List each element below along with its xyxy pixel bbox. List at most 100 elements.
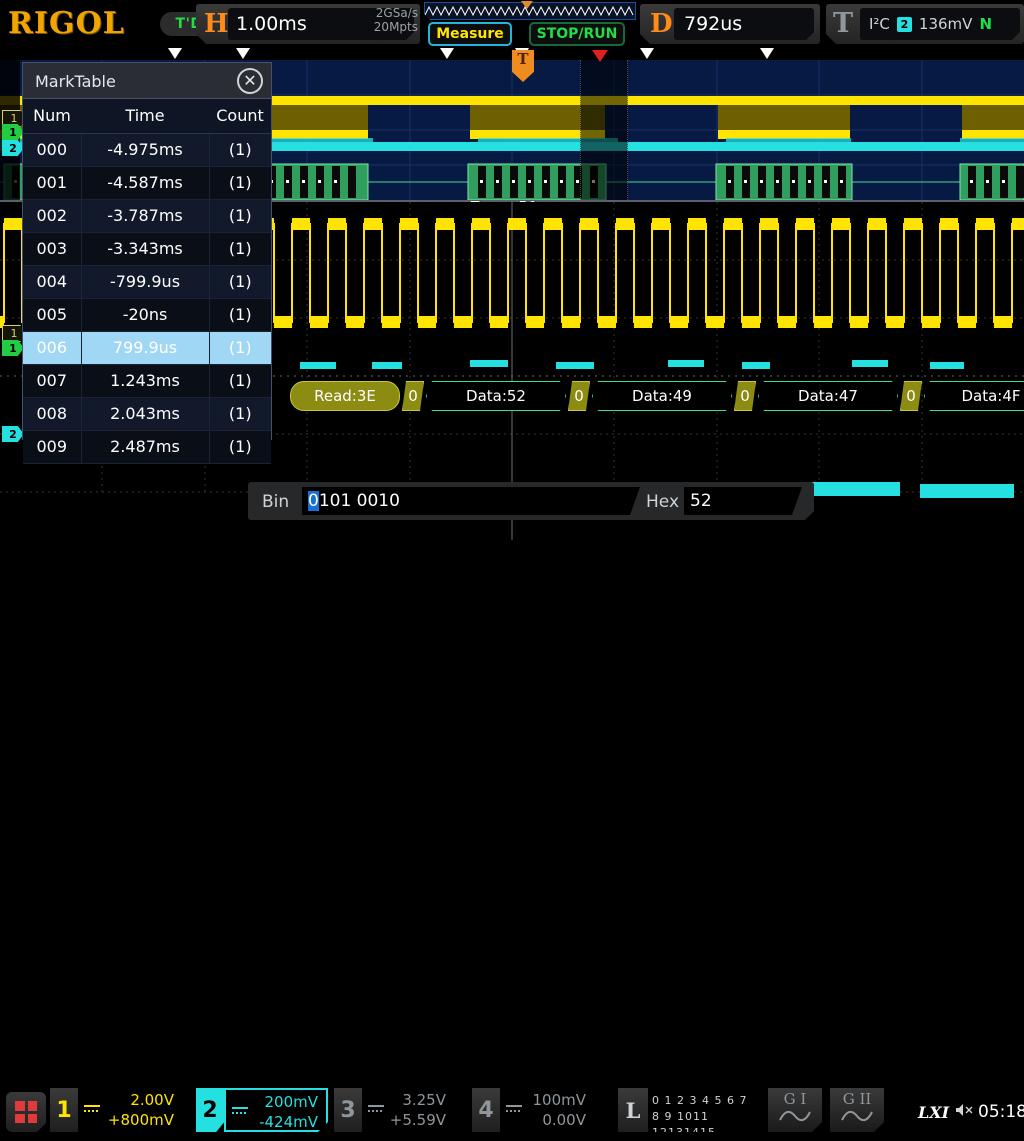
marktable-table: Num Time Count 000-4.975ms(1)001-4.587ms… bbox=[23, 99, 271, 464]
grid-icon[interactable] bbox=[6, 1092, 46, 1132]
channel-body-3: 3.25V+5.59V bbox=[362, 1088, 454, 1132]
mark-count: (1) bbox=[209, 199, 271, 232]
column-header-num: Num bbox=[23, 99, 81, 133]
mark-time: -3.343ms bbox=[81, 232, 209, 265]
decode-packet-ack[interactable]: 0 bbox=[568, 381, 590, 411]
sine-wave-icon bbox=[840, 1108, 874, 1124]
channel-scale-4: 100mV bbox=[506, 1090, 586, 1110]
marktable-dialog[interactable]: MarkTable ✕ Num Time Count 000-4.975ms(1… bbox=[22, 62, 272, 440]
zoom-region-indicator[interactable] bbox=[580, 60, 628, 200]
channel-tile-1[interactable]: 12.00V+800mV bbox=[50, 1088, 182, 1132]
mark-triangle bbox=[168, 48, 182, 59]
decode-packet-ack[interactable]: 0 bbox=[900, 381, 922, 411]
channel-tile-4[interactable]: 4100mV0.00V bbox=[472, 1088, 594, 1132]
generator-2-tile[interactable]: G II bbox=[830, 1088, 884, 1132]
hex-label: Hex bbox=[646, 492, 679, 512]
decode-packet-data[interactable]: Data:49 bbox=[592, 381, 732, 411]
horizontal-icon: H bbox=[204, 9, 229, 39]
logic-channel-tile[interactable]: L 0 1 2 3 4 5 6 7 8 9 1011 12131415 bbox=[618, 1088, 758, 1132]
logic-row-lower: 8 9 1011 12131415 bbox=[652, 1109, 754, 1141]
mute-icon[interactable] bbox=[955, 1102, 975, 1122]
decode-packet-data[interactable]: Data:47 bbox=[758, 381, 898, 411]
channel-scale-3: 3.25V bbox=[368, 1090, 446, 1110]
decode-packet-data[interactable]: Data:52 bbox=[426, 381, 566, 411]
mark-time: 2.043ms bbox=[81, 397, 209, 430]
measure-button[interactable]: Measure bbox=[428, 22, 512, 46]
mark-num: 008 bbox=[23, 397, 81, 430]
mark-count: (1) bbox=[209, 133, 271, 166]
mark-count: (1) bbox=[209, 430, 271, 463]
trigger-source-badge: 2 bbox=[897, 17, 912, 32]
mark-count: (1) bbox=[209, 265, 271, 298]
mark-count: (1) bbox=[209, 331, 271, 364]
table-row[interactable]: 002-3.787ms(1) bbox=[23, 199, 271, 232]
trigger-level-value: 136mV bbox=[919, 15, 973, 33]
bin-label: Bin bbox=[262, 492, 289, 512]
generator-2-label: G II bbox=[830, 1088, 884, 1108]
timebase-value: 1.00ms bbox=[236, 13, 307, 35]
mark-num: 006 bbox=[23, 331, 81, 364]
bin-cursor-bit: 0 bbox=[308, 491, 319, 511]
mark-count: (1) bbox=[209, 232, 271, 265]
stop-run-button[interactable]: STOP/RUN bbox=[529, 22, 625, 46]
decode-packet-addr[interactable]: Read:3E bbox=[290, 381, 400, 411]
generator-1-tile[interactable]: G I bbox=[768, 1088, 822, 1132]
channel-number-1: 1 bbox=[50, 1088, 78, 1132]
memory-position-marker bbox=[521, 1, 533, 9]
decode-packet-ack[interactable]: 0 bbox=[402, 381, 424, 411]
channel-tile-2[interactable]: 2200mV-424mV bbox=[196, 1088, 328, 1132]
delay-value: 792us bbox=[684, 13, 742, 35]
table-row[interactable]: 005-20ns(1) bbox=[23, 298, 271, 331]
mark-count: (1) bbox=[209, 166, 271, 199]
mark-count: (1) bbox=[209, 364, 271, 397]
mark-triangle bbox=[440, 48, 454, 59]
logic-row-upper: 0 1 2 3 4 5 6 7 bbox=[652, 1093, 754, 1109]
selected-mark-marker bbox=[592, 50, 608, 62]
speaker-mute-icon bbox=[955, 1102, 975, 1118]
mark-num: 009 bbox=[23, 430, 81, 463]
table-row[interactable]: 001-4.587ms(1) bbox=[23, 166, 271, 199]
mark-time: -3.787ms bbox=[81, 199, 209, 232]
mark-triangle bbox=[760, 48, 774, 59]
delay-icon: D bbox=[650, 9, 673, 39]
dc-coupling-icon bbox=[506, 1097, 522, 1117]
mark-num: 007 bbox=[23, 364, 81, 397]
bin-value: 0101 0010 bbox=[308, 491, 400, 511]
memory-depth-value: 20Mpts bbox=[338, 20, 418, 34]
trigger-icon: T bbox=[833, 8, 853, 39]
mark-time: -4.975ms bbox=[81, 133, 209, 166]
table-row[interactable]: 003-3.343ms(1) bbox=[23, 232, 271, 265]
mark-num: 003 bbox=[23, 232, 81, 265]
sine-wave-icon bbox=[778, 1108, 812, 1124]
mark-time: -4.587ms bbox=[81, 166, 209, 199]
table-row[interactable]: 0082.043ms(1) bbox=[23, 397, 271, 430]
system-clock: 05:18 bbox=[978, 1102, 1024, 1122]
mark-triangle bbox=[640, 48, 654, 59]
table-row[interactable]: 006799.9us(1) bbox=[23, 331, 271, 364]
channel-tile-3[interactable]: 33.25V+5.59V bbox=[334, 1088, 454, 1132]
rigol-logo: RIGOL bbox=[8, 6, 125, 41]
sample-rate-info: 2GSa/s 20Mpts bbox=[338, 6, 418, 34]
mark-num: 005 bbox=[23, 298, 81, 331]
table-row[interactable]: 0071.243ms(1) bbox=[23, 364, 271, 397]
dc-coupling-icon bbox=[232, 1099, 248, 1119]
dc-coupling-icon bbox=[84, 1097, 100, 1117]
mark-num: 002 bbox=[23, 199, 81, 232]
mark-count: (1) bbox=[209, 298, 271, 331]
mark-time: -20ns bbox=[81, 298, 209, 331]
mark-triangle bbox=[236, 48, 250, 59]
decode-packet-data[interactable]: Data:4F bbox=[924, 381, 1024, 411]
channel-body-4: 100mV0.00V bbox=[500, 1088, 594, 1132]
table-row[interactable]: 004-799.9us(1) bbox=[23, 265, 271, 298]
mark-time: 2.487ms bbox=[81, 430, 209, 463]
channel-number-2: 2 bbox=[196, 1088, 224, 1132]
table-row[interactable]: 0092.487ms(1) bbox=[23, 430, 271, 463]
table-row[interactable]: 000-4.975ms(1) bbox=[23, 133, 271, 166]
trigger-readout-field[interactable]: I²C 2 136mV N bbox=[860, 8, 1020, 40]
generator-1-label: G I bbox=[768, 1088, 822, 1108]
marktable-title: MarkTable bbox=[35, 72, 116, 91]
mark-time: 799.9us bbox=[81, 331, 209, 364]
close-icon[interactable]: ✕ bbox=[237, 68, 263, 94]
decode-packet-ack[interactable]: 0 bbox=[734, 381, 756, 411]
mark-time: -799.9us bbox=[81, 265, 209, 298]
